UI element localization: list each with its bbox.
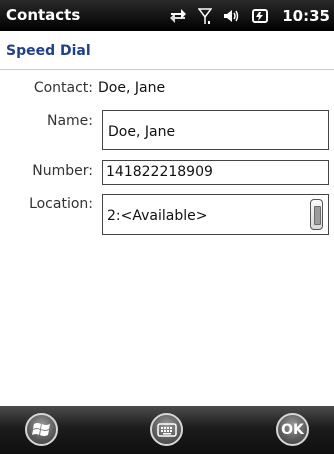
location-label: Location: [29,196,93,212]
ok-button[interactable]: OK [276,413,309,446]
status-bar: Contacts 10:35 [0,0,334,31]
app-title[interactable]: Contacts [6,6,80,24]
status-icons: 10:35 [168,5,330,27]
windows-start-icon [31,422,50,436]
volume-icon[interactable] [222,7,240,25]
clock[interactable]: 10:35 [282,7,330,25]
page-title: Speed Dial [6,43,91,59]
contact-label: Contact: [33,80,93,96]
name-field-value: Doe, Jane [108,124,176,140]
keyboard-button[interactable] [150,413,183,446]
keyboard-icon [156,422,177,437]
battery-icon[interactable] [250,7,270,25]
start-button[interactable] [25,413,58,446]
page-header: Speed Dial [0,31,334,70]
location-value: 2:<Available> [107,208,208,224]
name-label: Name: [46,113,93,129]
ok-label: OK [281,421,304,438]
signal-icon[interactable] [198,7,213,25]
dropdown-arrow-button[interactable] [310,199,323,230]
softkey-bar: OK [0,406,334,454]
number-label: Number: [32,163,93,179]
number-field-value: 141822218909 [106,164,213,180]
location-dropdown[interactable]: 2:<Available> [102,194,329,235]
number-field[interactable]: 141822218909 [102,160,329,185]
name-field[interactable]: Doe, Jane [102,110,329,150]
data-connection-icon[interactable] [168,7,188,25]
contact-value: Doe, Jane [98,80,166,96]
